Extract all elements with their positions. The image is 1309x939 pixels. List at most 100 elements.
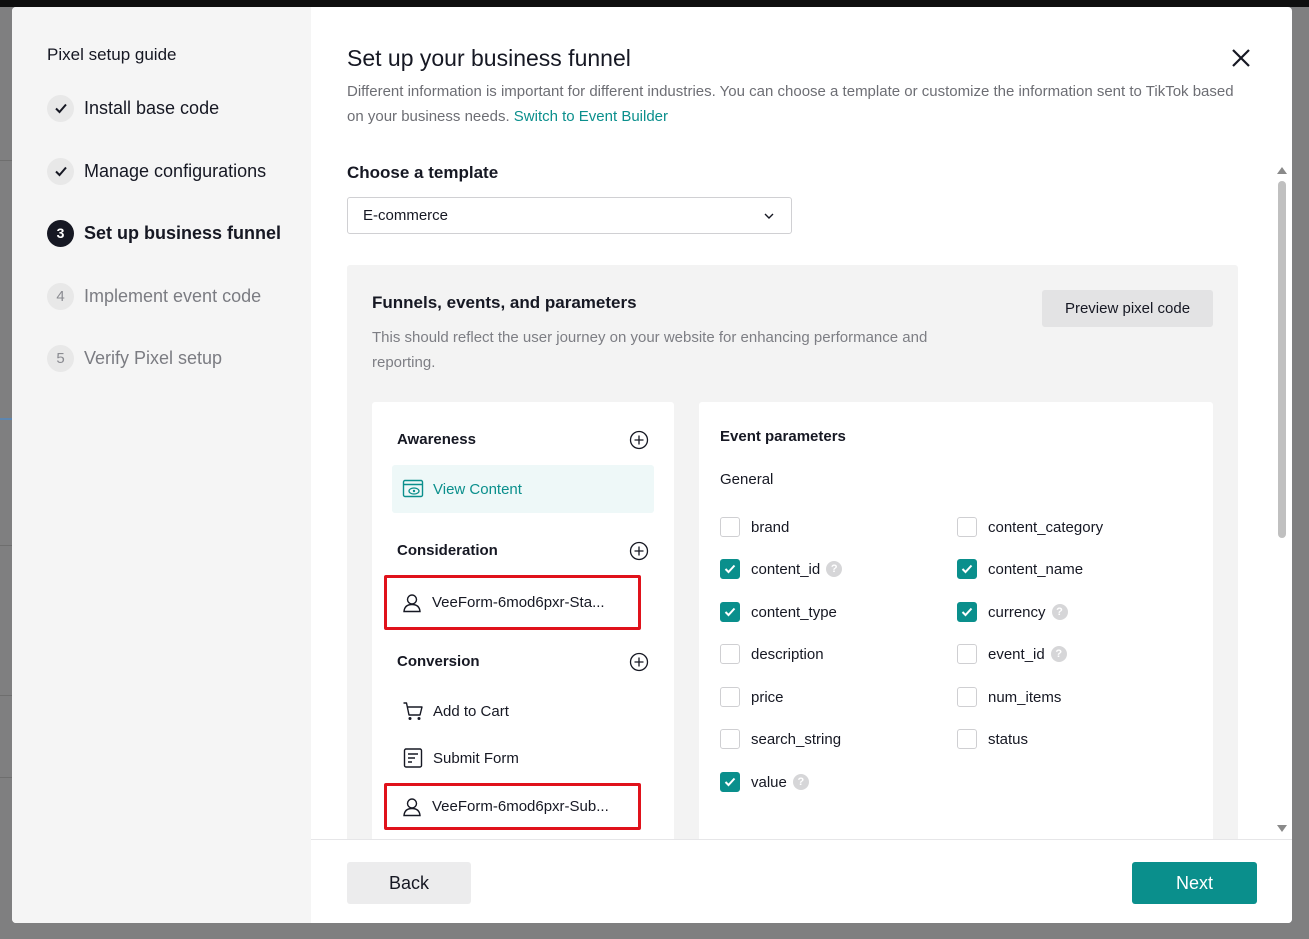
param-label: content_id bbox=[751, 560, 821, 578]
checkbox-box[interactable] bbox=[957, 644, 977, 664]
step-number: 5 bbox=[47, 344, 74, 372]
step-label: Manage configurations bbox=[84, 160, 267, 181]
param-checkbox[interactable]: brand bbox=[720, 516, 789, 538]
param-checkbox[interactable]: content_name bbox=[957, 558, 1083, 580]
step-label: Set up business funnel bbox=[84, 222, 282, 243]
page-title: Set up your business funnel bbox=[347, 45, 631, 71]
cart-icon bbox=[403, 702, 423, 720]
checkbox-box[interactable] bbox=[957, 729, 977, 749]
step-label: Verify Pixel setup bbox=[84, 347, 223, 368]
params-group-label: General bbox=[720, 471, 774, 488]
param-checkbox[interactable]: content_type bbox=[720, 601, 837, 623]
funnel-item-label: VeeForm-6mod6pxr-Sub... bbox=[432, 798, 609, 815]
param-label: brand bbox=[751, 518, 790, 536]
param-label: content_category bbox=[988, 518, 1104, 536]
person-icon bbox=[403, 797, 421, 816]
step-number: 3 bbox=[47, 219, 74, 247]
checkbox-box[interactable] bbox=[720, 602, 740, 622]
help-icon[interactable]: ? bbox=[1050, 646, 1067, 662]
param-label: num_items bbox=[988, 688, 1062, 706]
consideration-heading: Consideration bbox=[397, 542, 498, 559]
background-divider bbox=[0, 160, 12, 161]
conversion-heading: Conversion bbox=[397, 653, 480, 670]
person-icon bbox=[403, 593, 421, 612]
checkbox-box[interactable] bbox=[720, 644, 740, 664]
param-checkbox[interactable]: description bbox=[720, 643, 824, 665]
funnel-item-add-to-cart[interactable]: Add to Cart bbox=[392, 687, 654, 735]
preview-pixel-code-button[interactable]: Preview pixel code bbox=[1042, 290, 1213, 327]
check-icon bbox=[961, 564, 973, 574]
help-icon[interactable]: ? bbox=[792, 774, 809, 790]
param-checkbox[interactable]: price bbox=[720, 686, 784, 708]
param-label: price bbox=[751, 688, 784, 706]
param-checkbox[interactable]: event_id? bbox=[957, 643, 1067, 665]
funnel-item-view-content[interactable]: View Content bbox=[392, 465, 654, 513]
close-icon[interactable] bbox=[1230, 47, 1252, 69]
check-icon bbox=[47, 94, 74, 122]
help-icon[interactable]: ? bbox=[1051, 604, 1068, 620]
step-install-base-code[interactable]: Install base code bbox=[47, 94, 219, 122]
scrollbar-thumb[interactable] bbox=[1278, 181, 1286, 538]
background-divider bbox=[0, 777, 12, 778]
background-topbar bbox=[0, 0, 1309, 7]
background-divider bbox=[0, 418, 12, 420]
check-icon bbox=[724, 564, 736, 574]
checkbox-box[interactable] bbox=[957, 687, 977, 707]
step-set-up-business-funnel[interactable]: 3 Set up business funnel bbox=[47, 219, 281, 247]
step-label: Implement event code bbox=[84, 285, 262, 306]
funnel-item-label: View Content bbox=[433, 480, 522, 498]
param-checkbox[interactable]: currency? bbox=[957, 601, 1068, 623]
scroll-up-arrow-icon[interactable] bbox=[1277, 167, 1287, 174]
step-label: Install base code bbox=[84, 97, 220, 118]
help-icon[interactable]: ? bbox=[826, 561, 843, 577]
funnel-item-submit-form[interactable]: Submit Form bbox=[392, 734, 654, 782]
content-scrollbar[interactable] bbox=[1276, 167, 1288, 832]
next-button[interactable]: Next bbox=[1132, 862, 1257, 904]
template-label: Choose a template bbox=[347, 163, 499, 182]
back-button[interactable]: Back bbox=[347, 862, 471, 904]
funnel-item-veeform-start[interactable]: VeeForm-6mod6pxr-Sta... bbox=[384, 575, 641, 630]
background-divider bbox=[0, 545, 12, 546]
switch-to-event-builder-link[interactable]: Switch to Event Builder bbox=[514, 108, 668, 125]
add-consideration-event-icon[interactable] bbox=[629, 541, 649, 561]
checkbox-box[interactable] bbox=[957, 517, 977, 537]
funnel-list: Awareness View Content Consideration Vee… bbox=[372, 402, 674, 872]
panel-description: This should reflect the user journey on … bbox=[372, 329, 928, 371]
param-label: content_name bbox=[988, 560, 1084, 578]
guide-title: Pixel setup guide bbox=[47, 45, 177, 64]
param-checkbox[interactable]: value? bbox=[720, 771, 809, 793]
step-verify-pixel-setup[interactable]: 5 Verify Pixel setup bbox=[47, 344, 222, 372]
funnel-item-veeform-submit[interactable]: VeeForm-6mod6pxr-Sub... bbox=[384, 783, 641, 830]
funnels-panel: Funnels, events, and parameters This sho… bbox=[347, 265, 1238, 872]
step-manage-configurations[interactable]: Manage configurations bbox=[47, 157, 266, 185]
add-awareness-event-icon[interactable] bbox=[629, 430, 649, 450]
checkbox-box[interactable] bbox=[720, 517, 740, 537]
template-select[interactable]: E-commerce bbox=[347, 197, 792, 234]
event-parameters-card: Event parameters General brand content_c… bbox=[699, 402, 1213, 872]
param-label: content_type bbox=[751, 603, 837, 621]
checkbox-box[interactable] bbox=[720, 687, 740, 707]
check-icon bbox=[47, 157, 74, 185]
step-number: 4 bbox=[47, 282, 74, 310]
checkbox-box[interactable] bbox=[720, 772, 740, 792]
param-checkbox[interactable]: content_id? bbox=[720, 558, 843, 580]
param-checkbox[interactable]: status bbox=[957, 728, 1028, 750]
checkbox-box[interactable] bbox=[720, 729, 740, 749]
check-icon bbox=[724, 777, 736, 787]
panel-title: Funnels, events, and parameters bbox=[372, 293, 637, 312]
param-checkbox[interactable]: content_category bbox=[957, 516, 1103, 538]
browser-eye-icon bbox=[402, 479, 424, 498]
template-selected-value: E-commerce bbox=[363, 207, 449, 224]
param-checkbox[interactable]: num_items bbox=[957, 686, 1061, 708]
param-checkbox[interactable]: search_string bbox=[720, 728, 841, 750]
page-description: Different information is important for d… bbox=[347, 79, 1247, 129]
scroll-down-arrow-icon[interactable] bbox=[1277, 825, 1287, 832]
add-conversion-event-icon[interactable] bbox=[629, 652, 649, 672]
param-label: search_string bbox=[751, 730, 842, 748]
checkbox-box[interactable] bbox=[957, 602, 977, 622]
checkbox-box[interactable] bbox=[957, 559, 977, 579]
step-implement-event-code[interactable]: 4 Implement event code bbox=[47, 282, 261, 310]
checkbox-box[interactable] bbox=[720, 559, 740, 579]
param-label: event_id bbox=[988, 645, 1045, 663]
check-icon bbox=[724, 607, 736, 617]
